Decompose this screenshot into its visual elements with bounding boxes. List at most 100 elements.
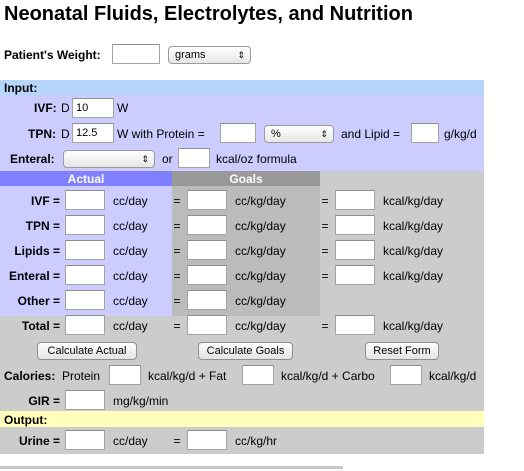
other-goal-input[interactable] (187, 290, 227, 310)
lipids-kcal-input[interactable] (335, 240, 375, 260)
urine-rate-unit: cc/kg/hr (235, 434, 278, 448)
lipids-goal-unit: cc/kg/day (235, 244, 286, 258)
tpn-actual-input[interactable] (65, 215, 105, 235)
tpn-protein-unit-select[interactable]: % ⇕ (264, 125, 334, 143)
urine-label: Urine = (18, 434, 60, 448)
page-title: Neonatal Fluids, Electrolytes, and Nutri… (4, 3, 413, 25)
eq-sign: = (173, 269, 181, 283)
row-label-lipids: Lipids = (14, 244, 60, 258)
enteral-or-label: or (162, 152, 173, 166)
calories-end-label: kcal/kg/d (429, 369, 477, 383)
eq-sign: = (321, 244, 329, 258)
total-actual-input[interactable] (65, 315, 105, 335)
enteral-kcal-unit: kcal/kg/day (383, 269, 444, 283)
reset-form-button[interactable]: Reset Form (365, 342, 439, 360)
actual-header: Actual (67, 172, 105, 186)
enteral-goal-input[interactable] (187, 265, 227, 285)
tpn-protein-label: W with Protein = (117, 127, 205, 141)
gir-unit: mg/kg/min (113, 394, 169, 408)
eq-sign: = (321, 219, 329, 233)
eq-sign: = (173, 294, 181, 308)
total-goal-unit: cc/kg/day (235, 319, 286, 333)
enteral-formula-select[interactable]: ⇕ (63, 150, 155, 168)
other-actual-unit: cc/day (113, 294, 148, 308)
tpn-protein-input[interactable] (220, 123, 256, 143)
eq-sign: = (173, 434, 181, 448)
tpn-kcal-input[interactable] (335, 215, 375, 235)
urine-rate-input[interactable] (187, 430, 227, 450)
tpn-protein-unit-value: % (271, 128, 281, 140)
ivf-dextrose-input[interactable]: 10 (72, 98, 114, 118)
lipids-actual-unit: cc/day (113, 244, 148, 258)
enteral-kcal-input[interactable] (178, 148, 210, 168)
output-header: Output: (4, 413, 48, 427)
ivf-actual-unit: cc/day (113, 194, 148, 208)
lipids-kcal-unit: kcal/kg/day (383, 244, 444, 258)
eq-sign: = (321, 269, 329, 283)
calories-carbo-input[interactable] (390, 365, 422, 385)
tpn-lipid-unit: g/kg/d (444, 127, 477, 141)
bottom-rule (0, 466, 343, 469)
eq-sign: = (173, 194, 181, 208)
enteral-actual-input[interactable] (65, 265, 105, 285)
gir-input[interactable] (65, 390, 105, 410)
urine-actual-unit: cc/day (113, 434, 148, 448)
urine-actual-input[interactable] (65, 430, 105, 450)
tpn-actual-unit: cc/day (113, 219, 148, 233)
tpn-prefix: D (61, 127, 70, 141)
weight-unit-value: grams (175, 49, 206, 61)
tpn-goal-unit: cc/kg/day (235, 219, 286, 233)
row-label-enteral: Enteral = (8, 269, 60, 283)
ivf-label: IVF: (34, 101, 57, 115)
tpn-lipid-label: and Lipid = (341, 127, 401, 141)
lipids-goal-input[interactable] (187, 240, 227, 260)
calories-label: Calories: (4, 369, 56, 383)
other-actual-input[interactable] (65, 290, 105, 310)
ivf-kcal-unit: kcal/kg/day (383, 194, 444, 208)
tpn-kcal-unit: kcal/kg/day (383, 219, 444, 233)
tpn-label: TPN: (28, 127, 56, 141)
total-kcal-unit: kcal/kg/day (383, 319, 444, 333)
eq-sign: = (173, 244, 181, 258)
select-arrows-icon: ⇕ (237, 50, 245, 60)
input-header: Input: (4, 81, 38, 95)
row-label-total: Total = (21, 319, 60, 333)
select-arrows-icon: ⇕ (141, 154, 149, 164)
goals-header: Goals (229, 172, 263, 186)
tpn-goal-input[interactable] (187, 215, 227, 235)
ivf-goal-input[interactable] (187, 190, 227, 210)
tpn-lipid-input[interactable] (411, 123, 439, 143)
calculate-actual-button[interactable]: Calculate Actual (37, 342, 137, 360)
calories-carbo-label: kcal/kg/d + Carbo (281, 369, 375, 383)
select-arrows-icon: ⇕ (320, 129, 328, 139)
ivf-actual-input[interactable] (65, 190, 105, 210)
enteral-kcal-input[interactable] (335, 265, 375, 285)
weight-unit-select[interactable]: grams ⇕ (168, 46, 251, 64)
calories-fat-input[interactable] (242, 365, 274, 385)
ivf-suffix: W (117, 101, 129, 115)
calculate-goals-button[interactable]: Calculate Goals (198, 342, 293, 360)
weight-input[interactable] (112, 44, 160, 64)
eq-sign: = (173, 219, 181, 233)
row-label-other: Other = (17, 294, 60, 308)
gir-label: GIR = (28, 394, 60, 408)
eq-sign: = (321, 319, 329, 333)
total-kcal-input[interactable] (335, 315, 375, 335)
tpn-dextrose-input[interactable]: 12.5 (72, 123, 114, 143)
total-goal-input[interactable] (187, 315, 227, 335)
enteral-actual-unit: cc/day (113, 269, 148, 283)
lipids-actual-input[interactable] (65, 240, 105, 260)
calories-fat-label: kcal/kg/d + Fat (148, 369, 227, 383)
calories-protein-label: Protein (62, 369, 101, 383)
other-goal-unit: cc/kg/day (235, 294, 286, 308)
output-header-band (0, 411, 484, 427)
ivf-goal-unit: cc/kg/day (235, 194, 286, 208)
calories-protein-input[interactable] (109, 365, 141, 385)
enteral-label: Enteral: (10, 152, 55, 166)
eq-sign: = (321, 194, 329, 208)
row-label-ivf: IVF = (30, 194, 60, 208)
enteral-goal-unit: cc/kg/day (235, 269, 286, 283)
enteral-kcal-unit: kcal/oz formula (216, 152, 297, 166)
ivf-prefix: D (61, 101, 70, 115)
ivf-kcal-input[interactable] (335, 190, 375, 210)
